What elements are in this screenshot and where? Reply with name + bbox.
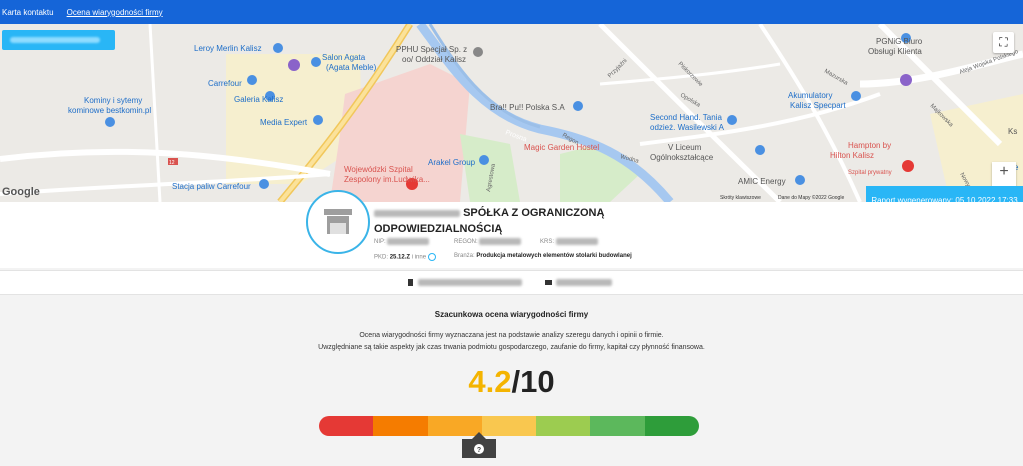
company-name-pill[interactable] — [2, 30, 115, 50]
map-label: Salon Agata — [322, 53, 366, 62]
map-label: kominowe bestkomin.pl — [68, 106, 151, 115]
regon: REGON: — [454, 238, 522, 245]
rating-description-line1: Ocena wiarygodności firmy wyznaczana jes… — [359, 332, 664, 339]
scale-segment — [644, 416, 699, 436]
road-number: 12 — [169, 160, 175, 166]
pkd: PKD: 25.12.Z i inne — [374, 253, 436, 261]
google-logo[interactable]: Google — [2, 186, 40, 198]
rating-description: Ocena wiarygodności firmy wyznaczana jes… — [0, 330, 1023, 354]
nav-ocena-wiarygodnosci[interactable]: Ocena wiarygodności firmy — [67, 8, 163, 17]
map-label: Obsługi Klienta — [868, 47, 922, 56]
redacted-email[interactable] — [556, 279, 612, 286]
map-label: Arakel Group — [428, 158, 476, 167]
scale-segment — [590, 416, 645, 436]
map-label: Ks — [1008, 127, 1017, 136]
map-label: PPHU Specjał Sp. z — [396, 45, 467, 54]
map-label: Akumulatory — [788, 91, 832, 100]
info-icon[interactable] — [427, 253, 436, 261]
map-label: oo/ Oddział Kalisz — [402, 55, 466, 64]
map-label: Galeria Kalisz — [234, 95, 283, 104]
rating-score: 4.2/10 — [0, 364, 1023, 400]
help-icon: ? — [476, 447, 480, 454]
rating-heading: Szacunkowa ocena wiarygodności firmy — [434, 310, 589, 319]
company-logo — [306, 190, 370, 254]
map-label: Hampton by — [848, 141, 891, 150]
map-label: AMIC Energy — [738, 177, 786, 186]
mail-icon — [545, 280, 552, 285]
map-canvas: Leroy Merlin Kalisz Salon Agata (Agata M… — [0, 24, 1023, 202]
map-label: Media Expert — [260, 118, 308, 127]
map-label: Kalisz Specpart — [790, 101, 846, 110]
map-label: PGNiG Biuro — [876, 37, 923, 46]
company-name-line2: ODPOWIEDZIALNOŚCIĄ — [374, 223, 503, 235]
map-street: Prosna — [504, 129, 527, 143]
map-data-attribution: Dane do Mapy ©2022 Google — [778, 195, 845, 201]
contact-row — [0, 270, 1023, 295]
rating-scale — [319, 416, 699, 436]
fullscreen-icon[interactable]: ⛶ — [993, 32, 1014, 53]
map-street: Przyjaźni — [607, 58, 628, 79]
nip: NIP: — [374, 238, 430, 245]
map-label: V Liceum — [668, 143, 702, 152]
map-label: Bra!! Pu!! Polska S.A — [490, 103, 565, 112]
map-label: Kominy i sytemy — [84, 96, 142, 105]
map-label: Ogólnokształcące — [650, 153, 714, 162]
map-label: odzież. Wasilewski A — [650, 123, 725, 132]
company-name-line1: SPÓŁKA Z OGRANICZONĄ — [463, 207, 605, 219]
top-nav: Karta kontaktu Ocena wiarygodności firmy — [0, 0, 1023, 24]
krs: KRS: — [540, 238, 598, 245]
branza: Branża: Produkcja metalowych elementów s… — [454, 253, 632, 259]
rating-description-line2: Uwzględniane są takie aspekty jak czas t… — [318, 344, 705, 351]
map-label: Second Hand. Tania — [650, 113, 722, 122]
redacted-company-name — [374, 209, 460, 217]
rating-pointer[interactable]: ? — [461, 432, 496, 458]
map-label: Carrefour — [208, 79, 242, 88]
building-icon — [324, 209, 352, 234]
map-label: Hilton Kalisz — [830, 151, 874, 160]
scale-segment — [536, 416, 591, 436]
map-label: (Agata Meble) — [326, 63, 377, 72]
map[interactable]: Leroy Merlin Kalisz Salon Agata (Agata M… — [0, 24, 1023, 202]
redacted-address — [418, 279, 522, 286]
scale-segment — [319, 416, 374, 436]
map-label: Zespolony im.Ludwika... — [344, 175, 430, 184]
scale-segment — [373, 416, 428, 436]
rating-value: 4.2 — [468, 364, 512, 399]
map-label: Leroy Merlin Kalisz — [194, 44, 262, 53]
zoom-in-button[interactable]: + — [992, 162, 1016, 182]
rating-max: /10 — [511, 364, 555, 399]
map-street: Mazurska — [823, 69, 849, 88]
nav-karta-kontaktu[interactable]: Karta kontaktu — [2, 8, 54, 17]
building-icon — [408, 279, 413, 286]
map-label: Szpital prywatny — [848, 170, 892, 176]
keyboard-shortcuts-link[interactable]: Skróty klawiszowe — [720, 195, 761, 201]
company-name: SPÓŁKA Z OGRANICZONĄ ODPOWIEDZIALNOŚCIĄ — [374, 205, 644, 237]
map-label: Magic Garden Hostel — [524, 143, 599, 152]
map-label: Stacja paliw Carrefour — [172, 182, 251, 191]
map-label: Wojewódzki Szpital — [344, 165, 413, 174]
pkd-more-link[interactable]: i inne — [412, 255, 426, 261]
